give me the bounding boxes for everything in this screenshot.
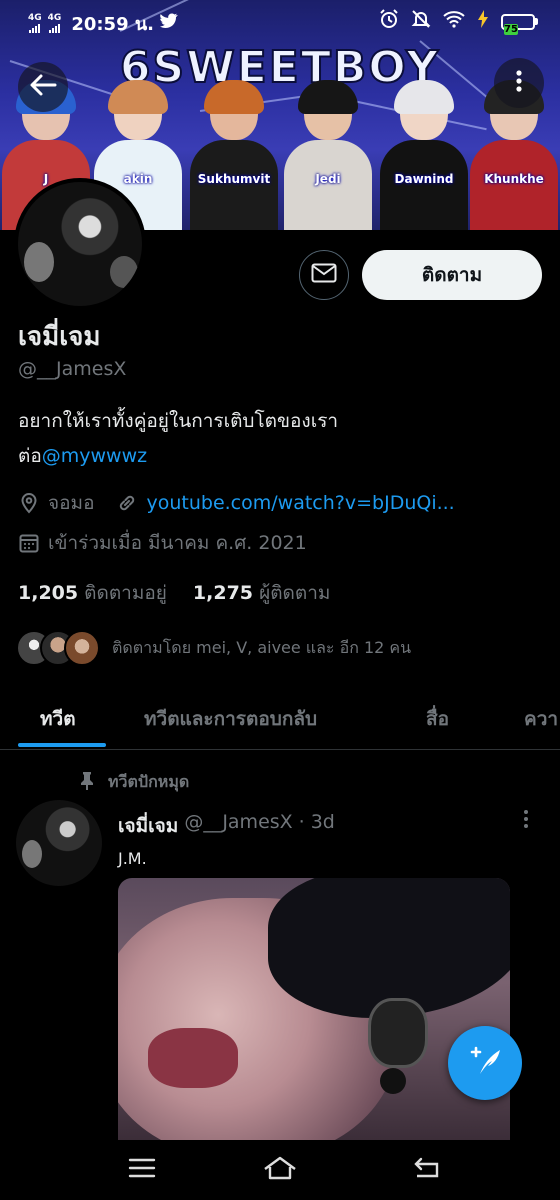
tab-likes[interactable]: ควา [524, 704, 558, 734]
profile-location: จอมอ [48, 492, 95, 514]
back-button[interactable] [18, 62, 68, 112]
active-tab-indicator [18, 743, 106, 747]
bio-mention-link[interactable]: @mywwwz [42, 445, 147, 467]
pinned-label: ทวีตปักหมุด [108, 772, 190, 791]
member-name-5: Dawnind [394, 172, 454, 186]
follow-button[interactable]: ติดตาม [362, 250, 542, 300]
message-button[interactable] [299, 250, 349, 300]
tweet-author-avatar[interactable] [16, 800, 102, 886]
battery-icon: 75 [501, 13, 538, 35]
home-icon [262, 1155, 298, 1185]
charging-icon [477, 10, 489, 33]
tab-tweets[interactable]: ทวีต [40, 704, 76, 734]
banner-member-3: Sukhumvit [188, 80, 280, 230]
pinned-indicator: ทวีตปักหมุด [80, 770, 189, 795]
following-label: ติดตามอยู่ [84, 582, 167, 604]
member-name-6: Khunkhe [484, 172, 544, 186]
pin-icon [80, 771, 94, 794]
network-4g-indicator-1: 4G [28, 14, 42, 33]
battery-level: 75 [504, 23, 518, 35]
system-navigation-bar [0, 1140, 560, 1200]
member-name-3: Sukhumvit [197, 172, 271, 186]
followers-label: ผู้ติดตาม [259, 582, 331, 604]
mail-icon [311, 263, 337, 287]
link-icon [116, 492, 138, 514]
profile-joined-date: เข้าร่วมเมื่อ มีนาคม ค.ศ. 2021 [48, 532, 307, 554]
compose-tweet-button[interactable] [448, 1026, 522, 1100]
profile-meta-row: จอมอ youtube.com/watch?v=bJDuQi... [18, 488, 455, 518]
followers-count: 1,275 [192, 582, 254, 604]
display-name: เจมี่เจม [18, 322, 101, 352]
following-count: 1,205 [18, 582, 79, 604]
profile-joined-row: เข้าร่วมเมื่อ มีนาคม ค.ศ. 2021 [18, 528, 307, 558]
mute-icon [411, 9, 431, 34]
tab-media[interactable]: สื่อ [426, 704, 449, 734]
bio-line-1: อยากให้เราทั้งคู่อยู่ในการเติบโตของเรา [18, 410, 339, 432]
wifi-icon [443, 10, 465, 33]
member-name-4: Jedi [315, 172, 341, 186]
location-pin-icon [18, 492, 40, 514]
tweet-author-name[interactable]: เจมี่เจม [118, 811, 178, 841]
tweet-text: J.M. [118, 849, 147, 868]
profile-avatar[interactable] [14, 178, 146, 310]
status-bar: 4G 4G 20:59 น. 75 [0, 0, 560, 40]
bio-prefix: ต่อ [18, 445, 42, 467]
profile-handle: @__JamesX [18, 358, 127, 380]
tweet-header: เจมี่เจม @__JamesX · 3d [118, 811, 335, 841]
compose-tweet-icon [468, 1044, 502, 1082]
follower-avatar-3 [64, 630, 100, 666]
followed-by-row[interactable]: ติดตามโดย mei, V, aivee และ อีก 12 คน [16, 630, 411, 666]
back-arrow-icon [29, 73, 57, 101]
more-vertical-icon [522, 810, 530, 834]
tweet-media-image[interactable] [118, 878, 510, 1140]
back-nav-button[interactable] [410, 1156, 442, 1184]
banner-member-4: Jedi [282, 80, 374, 230]
network-4g-indicator-2: 4G [48, 14, 61, 33]
tweet-author-handle: @__JamesX [184, 811, 293, 833]
follow-counts: 1,205 ติดตามอยู่ 1,275 ผู้ติดตาม [18, 578, 330, 608]
tweet-separator: · [298, 811, 305, 833]
more-vertical-icon [515, 69, 523, 97]
home-button[interactable] [264, 1156, 296, 1184]
calendar-icon [18, 532, 40, 554]
profile-tabs: ทวีต ทวีตและการตอบกลับ สื่อ ควา [0, 690, 560, 750]
more-options-button[interactable] [494, 58, 544, 108]
following-link[interactable]: 1,205 ติดตามอยู่ [18, 578, 167, 608]
followers-link[interactable]: 1,275 ผู้ติดตาม [193, 578, 331, 608]
tab-tweets-and-replies[interactable]: ทวีตและการตอบกลับ [144, 704, 317, 734]
profile-bio: อยากให้เราทั้งคู่อยู่ในการเติบโตของเรา ต… [18, 404, 538, 474]
profile-website-link[interactable]: youtube.com/watch?v=bJDuQi... [146, 492, 454, 514]
alarm-icon [379, 9, 399, 34]
banner-member-5: Dawnind [378, 80, 470, 230]
recents-button[interactable] [126, 1156, 158, 1184]
back-nav-icon [411, 1156, 441, 1184]
tweet-time[interactable]: 3d [311, 811, 335, 841]
twitter-bird-icon [160, 13, 178, 34]
recents-icon [128, 1157, 156, 1183]
followed-by-text: ติดตามโดย mei, V, aivee และ อีก 12 คน [112, 637, 412, 657]
tweet-more-button[interactable] [522, 808, 530, 834]
status-time: 20:59 น. [71, 14, 155, 35]
